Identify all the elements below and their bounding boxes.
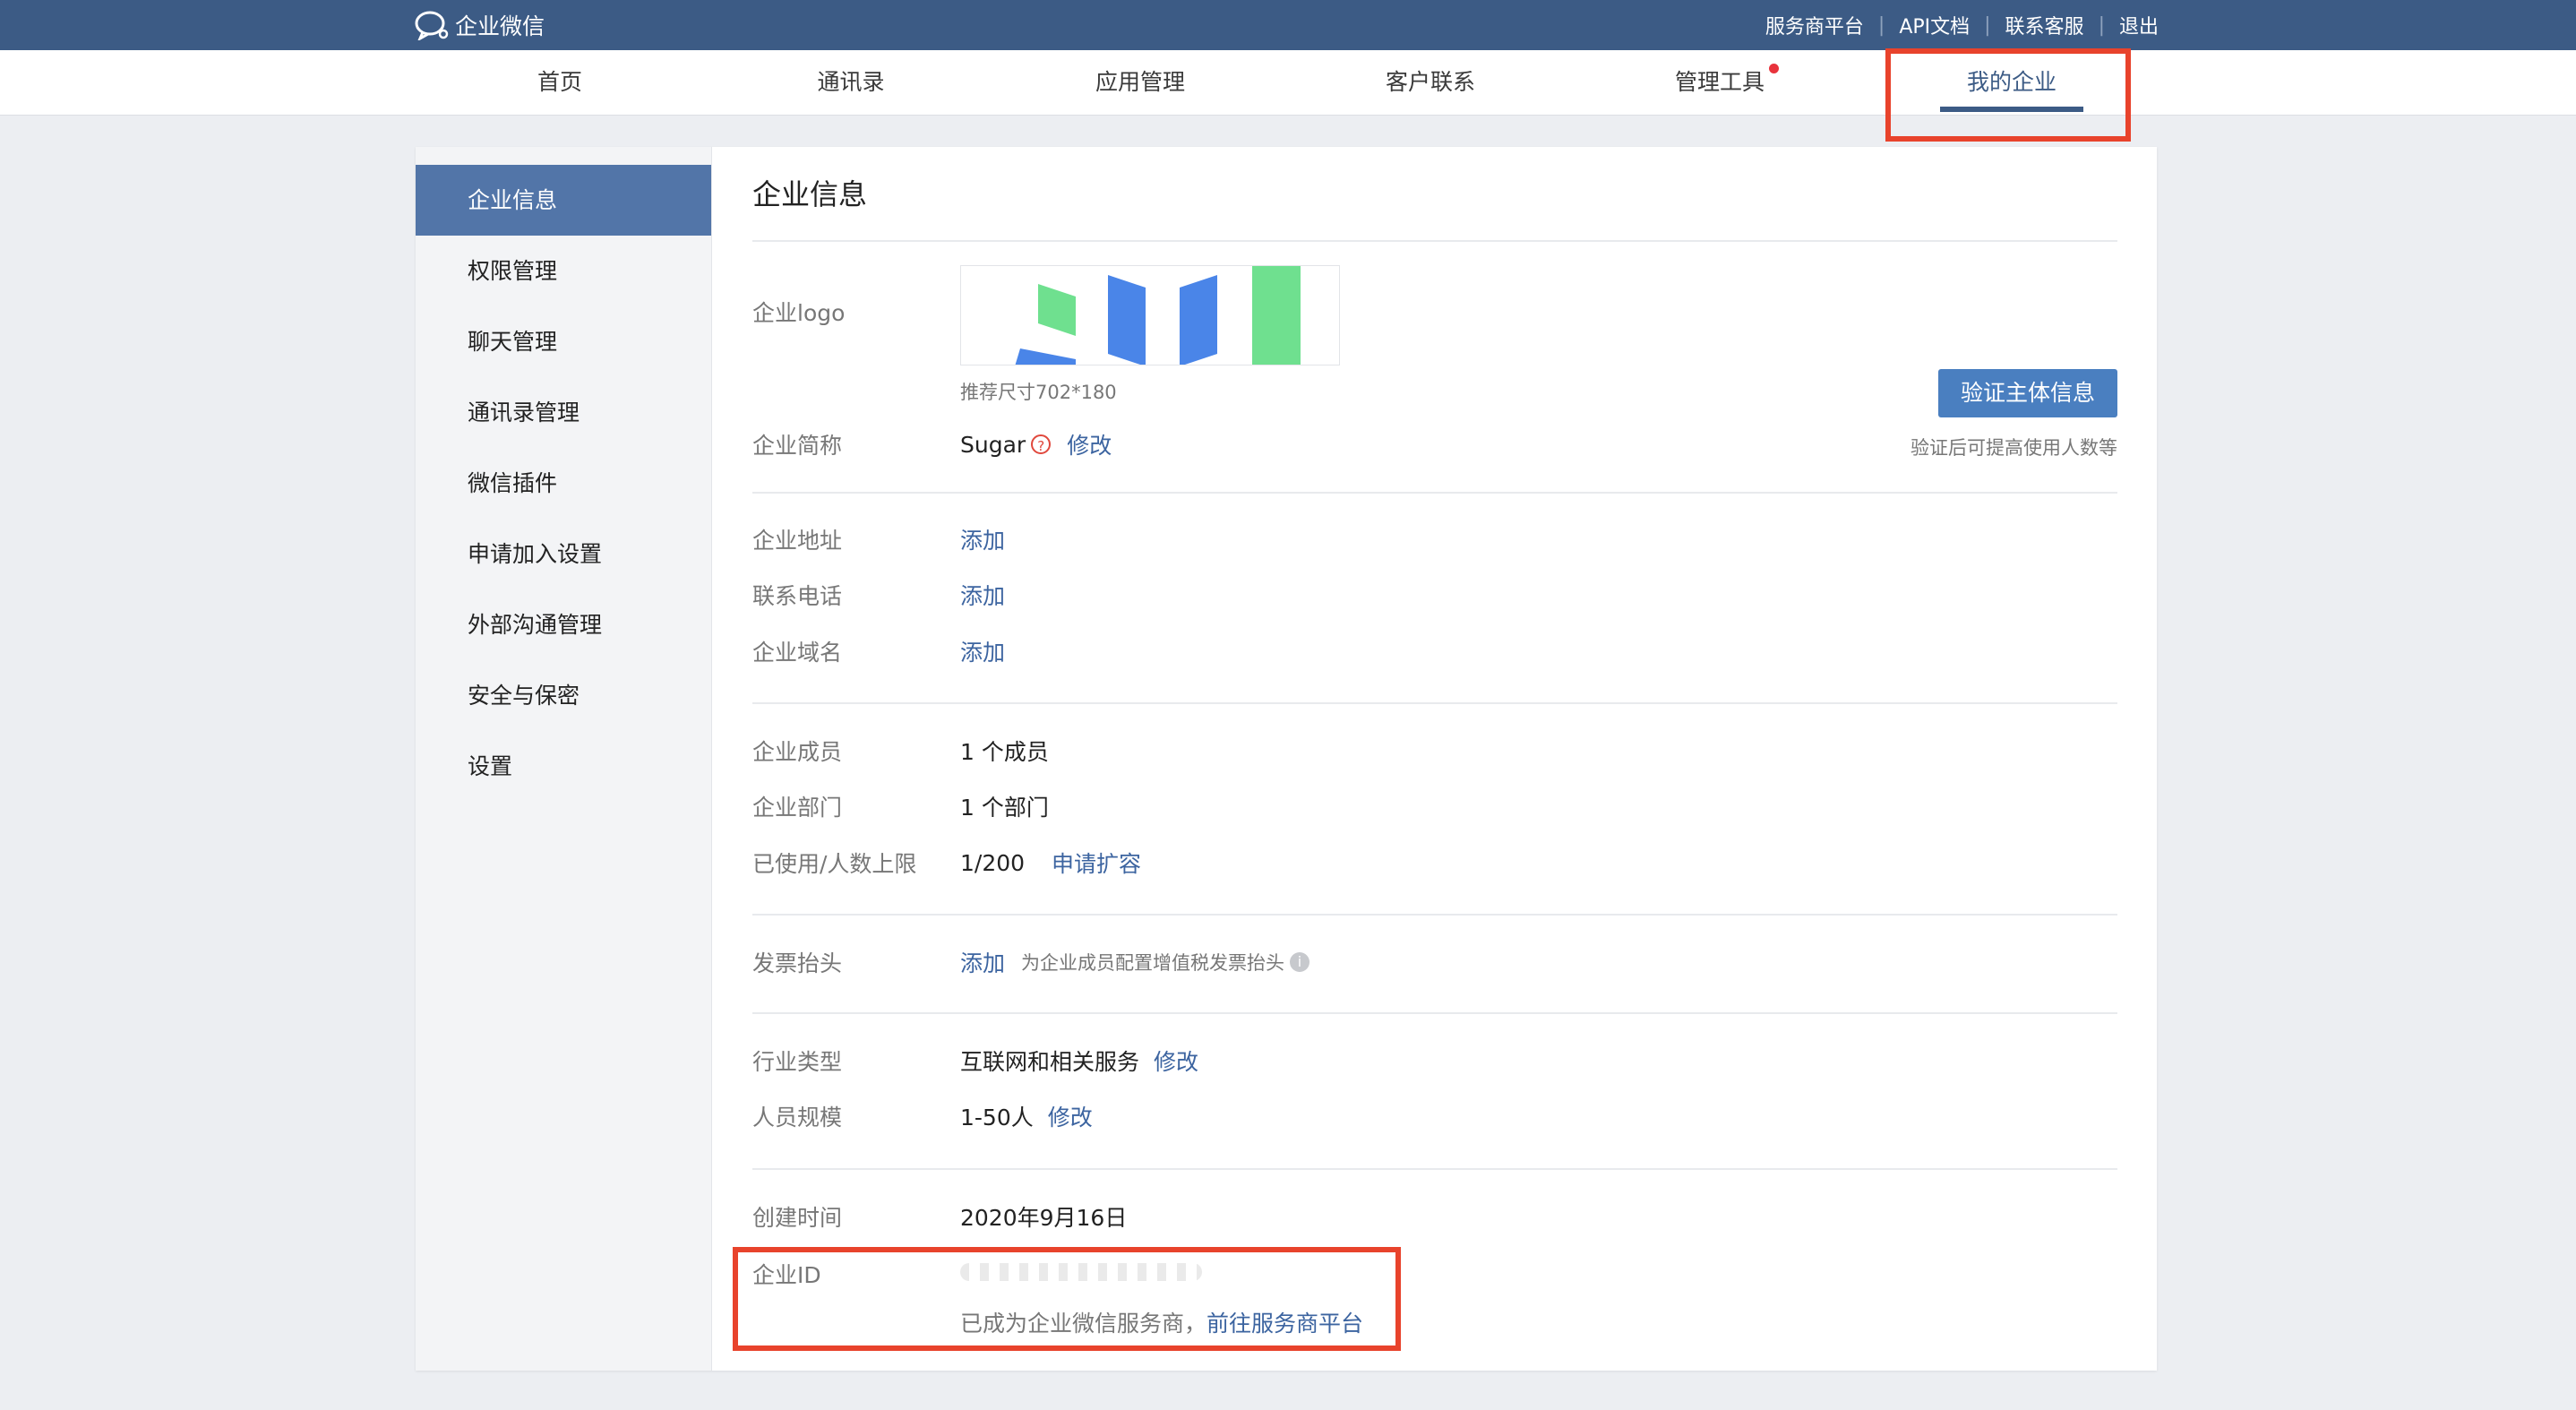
brand-name: 企业微信 [455, 13, 545, 39]
logo-label: 企业logo [752, 300, 846, 326]
link-contact-support[interactable]: 联系客服 [2005, 11, 2084, 39]
sidebar-item-contacts-management[interactable]: 通讯录管理 [416, 377, 711, 448]
industry-row: 互联网和相关服务 修改 [960, 1045, 1198, 1077]
divider: | [2098, 13, 2105, 37]
tab-home[interactable]: 首页 [488, 50, 631, 115]
edit-short-name-link[interactable]: 修改 [1067, 428, 1112, 460]
brand[interactable]: 企业微信 [414, 7, 545, 43]
industry-label: 行业类型 [752, 1049, 843, 1075]
invoice-label: 发票抬头 [752, 950, 843, 976]
link-service-platform[interactable]: 服务商平台 [1765, 11, 1864, 39]
short-name-row: Sugar ? 修改 [960, 428, 1112, 460]
main-nav: 首页 通讯录 应用管理 客户联系 管理工具 我的企业 [0, 50, 2576, 116]
departments-value: 1 个部门 [960, 795, 1049, 821]
link-logout[interactable]: 退出 [2119, 11, 2159, 39]
short-name-value: Sugar [960, 431, 1026, 458]
wework-logo-icon [415, 11, 449, 40]
verify-entity-button[interactable]: 验证主体信息 [1938, 369, 2117, 417]
link-api-docs[interactable]: API文档 [1899, 11, 1970, 39]
highlight-box-corp-id [733, 1247, 1401, 1351]
created-value: 2020年9月16日 [960, 1205, 1128, 1231]
divider [752, 492, 2117, 494]
add-invoice-link[interactable]: 添加 [960, 946, 1005, 978]
divider: | [1984, 13, 1991, 37]
edit-industry-link[interactable]: 修改 [1154, 1045, 1198, 1077]
invoice-row: 添加 为企业成员配置增值税发票抬头 i [960, 946, 1310, 978]
sidebar-item-security[interactable]: 安全与保密 [416, 660, 711, 731]
scale-label: 人员规模 [752, 1105, 843, 1131]
sidebar: 企业信息 权限管理 聊天管理 通讯录管理 微信插件 申请加入设置 外部沟通管理 … [416, 147, 712, 1371]
add-address-link[interactable]: 添加 [960, 523, 1005, 555]
sidebar-item-enterprise-info[interactable]: 企业信息 [416, 165, 711, 236]
industry-value: 互联网和相关服务 [960, 1049, 1140, 1075]
divider [752, 702, 2117, 704]
top-links: 服务商平台 | API文档 | 联系客服 | 退出 [1765, 7, 2159, 43]
scale-row: 1-50人 修改 [960, 1100, 1093, 1132]
page-title: 企业信息 [752, 177, 868, 211]
verify-note: 验证后可提高使用人数等 [1911, 437, 2117, 459]
tab-management-tools[interactable]: 管理工具 [1648, 50, 1791, 115]
sidebar-item-chat-management[interactable]: 聊天管理 [416, 306, 711, 377]
invoice-hint: 为企业成员配置增值税发票抬头 [1021, 952, 1285, 974]
highlight-box-my-enterprise [1885, 48, 2131, 142]
limit-value: 1/200 [960, 849, 1026, 876]
sidebar-item-permissions[interactable]: 权限管理 [416, 236, 711, 306]
add-domain-link[interactable]: 添加 [960, 635, 1005, 667]
divider [752, 914, 2117, 916]
logo-image [1015, 266, 1301, 365]
domain-label: 企业域名 [752, 640, 843, 666]
address-label: 企业地址 [752, 528, 843, 554]
sidebar-item-settings[interactable]: 设置 [416, 731, 711, 802]
tab-customer-contact[interactable]: 客户联系 [1359, 50, 1502, 115]
add-phone-link[interactable]: 添加 [960, 579, 1005, 611]
sidebar-item-external-communication[interactable]: 外部沟通管理 [416, 589, 711, 660]
members-label: 企业成员 [752, 739, 843, 765]
short-name-label: 企业简称 [752, 433, 843, 459]
request-expansion-link[interactable]: 申请扩容 [1052, 847, 1141, 879]
tab-app-management[interactable]: 应用管理 [1069, 50, 1212, 115]
limit-row: 1/200 申请扩容 [960, 847, 1141, 879]
notification-dot [1769, 64, 1779, 73]
logo-size-hint: 推荐尺寸702*180 [960, 382, 1117, 403]
created-label: 创建时间 [752, 1205, 843, 1231]
top-bar: 企业微信 服务商平台 | API文档 | 联系客服 | 退出 [0, 0, 2576, 50]
members-value: 1 个成员 [960, 739, 1049, 765]
enterprise-logo[interactable] [960, 265, 1340, 365]
question-icon[interactable]: ? [1031, 434, 1052, 454]
sidebar-item-wechat-plugin[interactable]: 微信插件 [416, 448, 711, 519]
sidebar-item-join-settings[interactable]: 申请加入设置 [416, 519, 711, 589]
edit-scale-link[interactable]: 修改 [1048, 1100, 1093, 1132]
scale-value: 1-50人 [960, 1105, 1034, 1131]
limit-label: 已使用/人数上限 [752, 851, 917, 877]
info-icon[interactable]: i [1290, 952, 1310, 972]
divider [752, 1168, 2117, 1170]
divider: | [1877, 13, 1885, 37]
divider [752, 240, 2117, 242]
phone-label: 联系电话 [752, 583, 843, 609]
departments-label: 企业部门 [752, 795, 843, 821]
tab-contacts[interactable]: 通讯录 [779, 50, 923, 115]
divider [752, 1012, 2117, 1014]
content-card: 企业信息 权限管理 聊天管理 通讯录管理 微信插件 申请加入设置 外部沟通管理 … [416, 147, 2157, 1371]
